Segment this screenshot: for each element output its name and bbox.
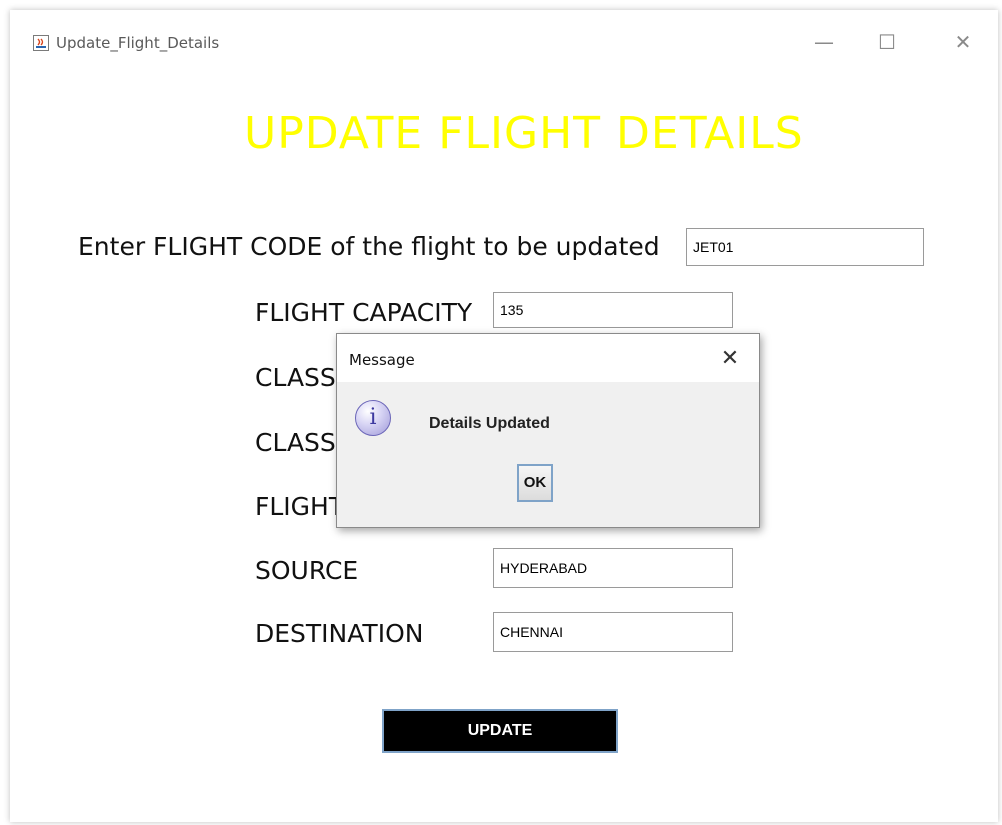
dialog-title-bar[interactable]: Message ✕: [337, 334, 759, 382]
dialog-title: Message: [349, 351, 415, 369]
title-bar[interactable]: Update_Flight_Details — ☐ ✕: [10, 10, 998, 74]
window-title: Update_Flight_Details: [56, 34, 220, 52]
class-label-1: CLASS: [255, 363, 336, 392]
flight-label: FLIGHT: [255, 492, 345, 521]
class-label-2: CLASS: [255, 428, 336, 457]
dialog-message: Details Updated: [429, 415, 550, 432]
info-icon: i: [355, 400, 391, 436]
java-app-icon: [33, 35, 49, 51]
capacity-label: FLIGHT CAPACITY: [255, 298, 473, 327]
update-button[interactable]: UPDATE: [382, 709, 618, 753]
minimize-button[interactable]: —: [801, 24, 847, 60]
ok-button[interactable]: OK: [517, 464, 553, 502]
flight-code-label: Enter FLIGHT CODE of the flight to be up…: [78, 232, 660, 261]
source-input[interactable]: HYDERABAD: [493, 548, 733, 588]
dialog-close-button[interactable]: ✕: [713, 342, 747, 376]
close-button[interactable]: ✕: [940, 24, 986, 60]
page-title: UPDATE FLIGHT DETAILS: [244, 108, 804, 159]
flight-code-input[interactable]: JET01: [686, 228, 924, 266]
destination-label: DESTINATION: [255, 619, 424, 648]
message-dialog: Message ✕ i Details Updated OK: [336, 333, 760, 528]
maximize-button[interactable]: ☐: [864, 24, 910, 60]
capacity-input[interactable]: 135: [493, 292, 733, 328]
destination-input[interactable]: CHENNAI: [493, 612, 733, 652]
source-label: SOURCE: [255, 556, 359, 585]
app-window: Update_Flight_Details — ☐ ✕ UPDATE FLIGH…: [10, 10, 998, 822]
